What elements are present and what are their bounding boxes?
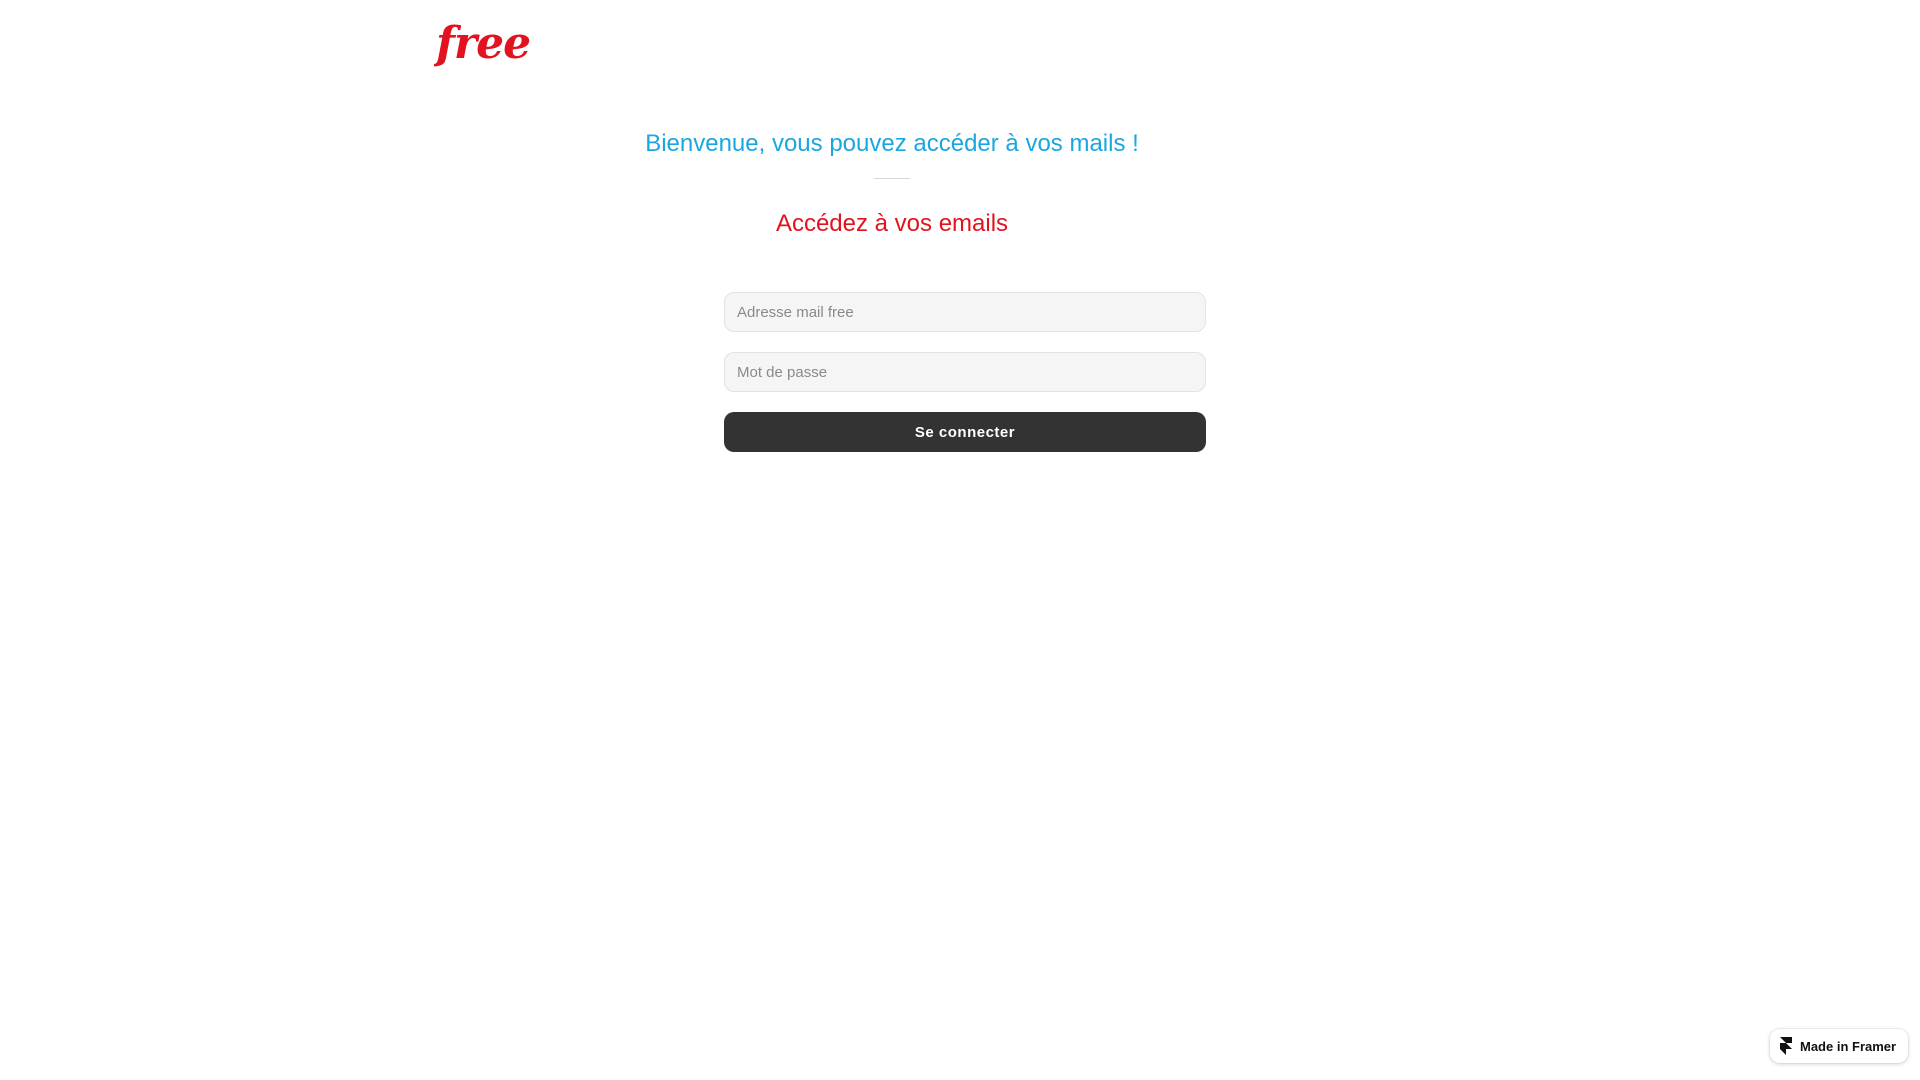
login-page: free Bienvenue, vous pouvez accéder à vo… <box>0 0 1920 1080</box>
login-button[interactable]: Se connecter <box>724 412 1206 452</box>
free-logo-graphic: free <box>434 22 531 68</box>
password-field[interactable] <box>724 352 1206 392</box>
made-in-framer-badge[interactable]: Made in Framer <box>1770 1029 1908 1063</box>
free-logo[interactable]: free <box>434 22 546 68</box>
email-field[interactable] <box>724 292 1206 332</box>
page-subtitle: Accédez à vos emails <box>775 210 1009 237</box>
logo-wordmark: free <box>434 22 530 68</box>
badge-label: Made in Framer <box>1800 1038 1897 1054</box>
framer-icon <box>1780 1037 1792 1055</box>
divider <box>874 178 910 179</box>
welcome-heading: Bienvenue, vous pouvez accéder à vos mai… <box>645 130 1139 157</box>
